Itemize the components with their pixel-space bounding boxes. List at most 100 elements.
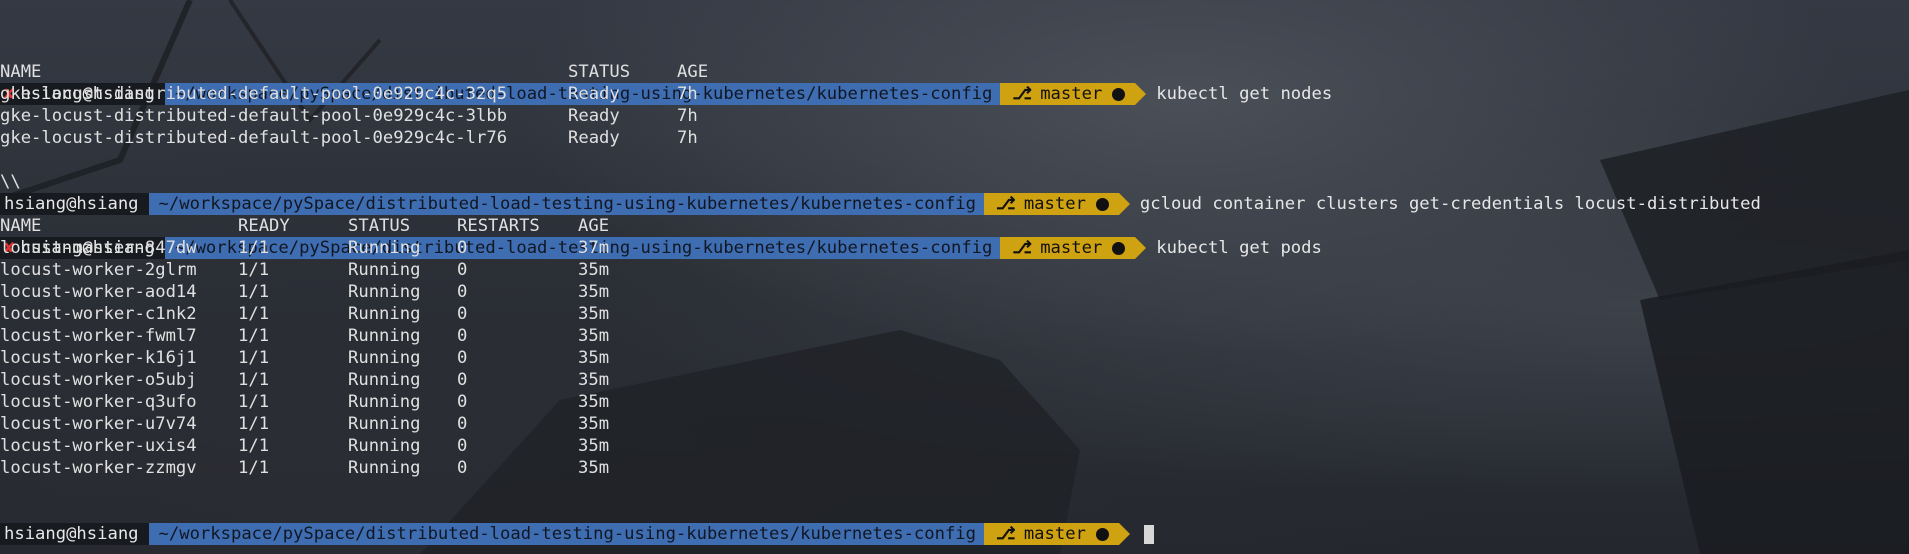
prompt-git-segment: ⎇ master (984, 523, 1119, 545)
pod-age: 37m (578, 238, 610, 258)
terminal-cursor[interactable] (1143, 524, 1154, 544)
node-age: 7h (677, 128, 698, 148)
node-status: Ready (568, 128, 620, 148)
git-branch-icon: ⎇ (996, 524, 1016, 544)
pod-name: locust-worker-zzmgv (0, 458, 197, 478)
prompt-branch: master (1040, 84, 1103, 104)
pod-age: 35m (578, 458, 610, 478)
pod-restarts: 0 (457, 326, 468, 346)
pod-ready: 1/1 (238, 348, 270, 368)
pod-age: 35m (578, 392, 610, 412)
dirty-dot-icon (1095, 527, 1109, 541)
pod-name: locust-worker-aod14 (0, 282, 197, 302)
header-status: STATUS (348, 216, 411, 236)
pod-restarts: 0 (457, 282, 468, 302)
node-age: 7h (677, 84, 698, 104)
prompt-command: kubectl get nodes (1156, 84, 1333, 104)
pod-restarts: 0 (457, 370, 468, 390)
pod-age: 35m (578, 414, 610, 434)
pod-age: 35m (578, 282, 610, 302)
prompt-command: kubectl get pods (1156, 238, 1322, 258)
pod-status: Running (348, 436, 421, 456)
pod-restarts: 0 (457, 348, 468, 368)
line-continuation: \\ (0, 172, 21, 192)
dirty-dot-icon (1112, 87, 1126, 101)
pod-restarts: 0 (457, 392, 468, 412)
pod-status: Running (348, 260, 421, 280)
pod-ready: 1/1 (238, 458, 270, 478)
pod-restarts: 0 (457, 414, 468, 434)
pod-ready: 1/1 (238, 370, 270, 390)
pod-status: Running (348, 304, 421, 324)
pod-status: Running (348, 370, 421, 390)
pod-status: Running (348, 414, 421, 434)
pod-age: 35m (578, 304, 610, 324)
git-branch-icon: ⎇ (1012, 84, 1033, 104)
pod-restarts: 0 (457, 260, 468, 280)
pod-ready: 1/1 (238, 260, 270, 280)
table-row: gke-locust-distributed-default-pool-0e92… (0, 83, 698, 105)
pod-age: 35m (578, 370, 610, 390)
pod-age: 35m (578, 260, 610, 280)
node-age: 7h (677, 106, 698, 126)
node-name: gke-locust-distributed-default-pool-0e92… (0, 106, 508, 126)
pod-restarts: 0 (457, 304, 468, 324)
header-name: NAME (0, 62, 42, 82)
pod-ready: 1/1 (238, 238, 270, 258)
pod-name: locust-worker-fwml7 (0, 326, 197, 346)
pod-age: 35m (578, 326, 610, 346)
pod-name: locust-worker-o5ubj (0, 370, 197, 390)
pod-status: Running (348, 348, 421, 368)
pod-age: 35m (578, 436, 610, 456)
pod-ready: 1/1 (238, 304, 270, 324)
pod-ready: 1/1 (238, 392, 270, 412)
pod-name: locust-worker-uxis4 (0, 436, 197, 456)
header-age: AGE (578, 216, 610, 236)
pod-ready: 1/1 (238, 414, 270, 434)
pod-status: Running (348, 392, 421, 412)
pod-name: locust-worker-u7v74 (0, 414, 197, 434)
prompt-user-segment: hsiang@hsiang (0, 523, 149, 545)
prompt-path-segment: ~/workspace/pySpace/distributed-load-tes… (148, 523, 985, 545)
header-restarts: RESTARTS (457, 216, 540, 236)
header-name: NAME (0, 216, 42, 236)
prompt-path: ~/workspace/pySpace/distributed-load-tes… (158, 524, 977, 544)
prompt-line-3: ✘ hsiang@hsiang ~/workspace/pySpace/dist… (0, 193, 1322, 259)
pod-restarts: 0 (457, 238, 468, 258)
prompt-user: hsiang@hsiang (4, 524, 139, 544)
pod-status: Running (348, 326, 421, 346)
pod-name: locust-worker-2glrm (0, 260, 197, 280)
node-status: Ready (568, 106, 620, 126)
node-name: gke-locust-distributed-default-pool-0e92… (0, 84, 508, 104)
table-header: NAME READY STATUS RESTARTS AGE (0, 215, 609, 237)
powerline-separator-icon (1135, 237, 1147, 259)
terminal-window[interactable]: ✘ hsiang@hsiang ~/workspace/pySpace/dist… (0, 0, 1909, 554)
prompt-line-1: ✘ hsiang@hsiang ~/workspace/pySpace/dist… (0, 39, 1332, 105)
table-row: gke-locust-distributed-default-pool-0e92… (0, 127, 698, 149)
pod-name: locust-worker-c1nk2 (0, 304, 197, 324)
prompt-git-segment: ⎇ master (1000, 237, 1136, 259)
pod-status: Running (348, 458, 421, 478)
node-name: gke-locust-distributed-default-pool-0e92… (0, 128, 508, 148)
prompt-branch: master (1023, 524, 1086, 544)
pod-ready: 1/1 (238, 282, 270, 302)
pod-ready: 1/1 (238, 436, 270, 456)
git-branch-icon: ⎇ (1012, 238, 1033, 258)
prompt-line-2: hsiang@hsiang ~/workspace/pySpace/distri… (0, 149, 1761, 215)
pod-restarts: 0 (457, 436, 468, 456)
pod-status: Running (348, 238, 421, 258)
header-age: AGE (677, 62, 709, 82)
pod-ready: 1/1 (238, 326, 270, 346)
prompt-git-segment: ⎇ master (1000, 83, 1136, 105)
powerline-separator-icon (1135, 83, 1147, 105)
header-status: STATUS (568, 62, 631, 82)
pod-age: 35m (578, 348, 610, 368)
pod-status: Running (348, 282, 421, 302)
pod-name: locust-worker-k16j1 (0, 348, 197, 368)
table-row: gke-locust-distributed-default-pool-0e92… (0, 105, 698, 127)
dirty-dot-icon (1112, 241, 1126, 255)
header-ready: READY (238, 216, 290, 236)
node-status: Ready (568, 84, 620, 104)
prompt-branch: master (1040, 238, 1103, 258)
pod-restarts: 0 (457, 458, 468, 478)
